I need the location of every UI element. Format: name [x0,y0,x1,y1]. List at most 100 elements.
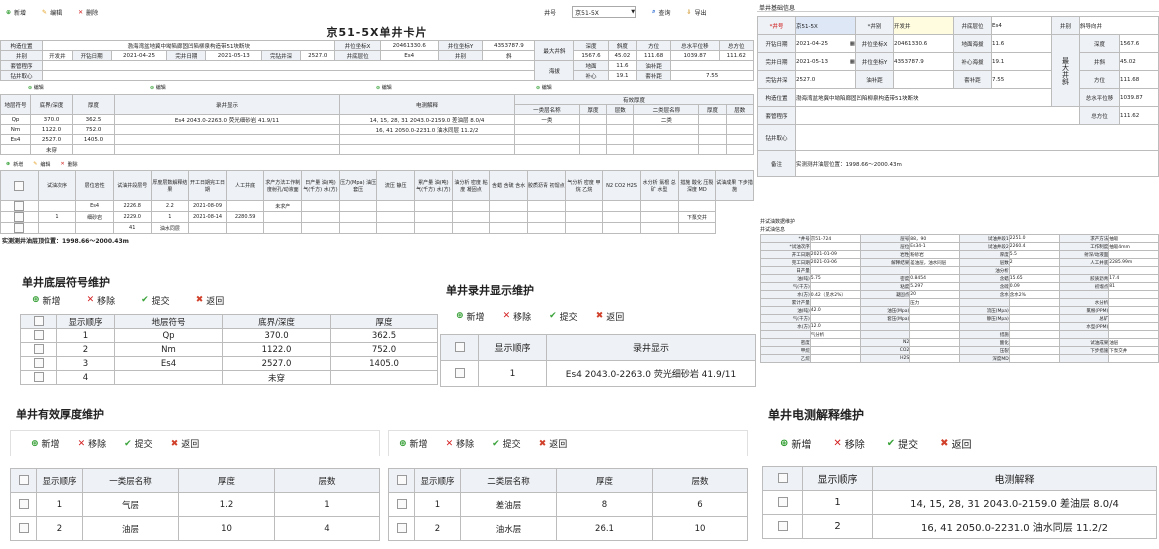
select-all-checkbox[interactable] [14,180,25,191]
edit-link[interactable]: ⊙ 编辑 [536,84,552,94]
field-value[interactable]: 抽吸 [1108,234,1159,243]
table-row[interactable]: 1 气层 1.2 1 [10,492,380,517]
delete-button[interactable]: ✕ 删除 [78,8,98,17]
field-value[interactable]: Es34-1 [909,242,960,251]
field-value[interactable] [1008,266,1060,275]
field-value[interactable]: 88，90 [909,234,960,243]
edit-button[interactable]: ✎ 编辑 [33,161,50,168]
field-value[interactable] [909,338,960,347]
add-button[interactable]: ⊕ 新增 [456,310,485,323]
field-value[interactable]: 压力 [909,298,960,307]
submit-button[interactable]: ✔ 提交 [887,436,918,451]
field-value[interactable] [1008,354,1060,363]
ground-field[interactable]: 11.6 [991,34,1052,53]
field-value[interactable] [909,354,960,363]
calendar-icon[interactable]: ▦ [850,59,855,65]
add-button[interactable]: ⊕ 新增 [6,161,23,168]
row-checkbox[interactable] [14,201,25,211]
field-value[interactable]: 2285.99m [1108,258,1159,267]
hdisp-field[interactable]: 1039.87 [1119,88,1159,107]
field-value[interactable] [809,346,861,355]
field-value[interactable]: 5.5 [1008,250,1060,259]
table-row[interactable]: 1 Qp 370.0 362.5 [20,328,438,343]
x-field[interactable]: 20461330.6 [893,34,954,53]
field-value[interactable] [1108,354,1159,363]
field-value[interactable] [1008,322,1060,331]
select-all-checkbox[interactable] [777,473,788,483]
row-checkbox[interactable] [33,330,44,341]
row-checkbox[interactable] [14,223,25,233]
back-button[interactable]: ✖ 返回 [171,437,200,451]
remove-button[interactable]: ✕ 移除 [78,437,107,451]
field-value[interactable]: 2251.0 [1008,234,1060,243]
field-value[interactable] [909,346,960,355]
row-checkbox[interactable] [18,499,29,510]
row-checkbox[interactable] [454,368,465,379]
spud-date-field[interactable]: 2021-04-25 ▦ [795,34,856,53]
md-field[interactable]: 2527.0 [795,70,856,89]
y-field[interactable]: 4353787.9 [893,52,954,71]
add-button[interactable]: ⊕ 新增 [6,8,26,17]
field-value[interactable] [1108,298,1159,307]
row-checkbox[interactable] [777,497,788,507]
edit-button[interactable]: ✎ 编辑 [42,8,62,17]
field-value[interactable] [1108,322,1159,331]
field-value[interactable]: 差油层，油水同层 [909,258,960,267]
field-value[interactable]: 油层 [1108,338,1159,347]
field-value[interactable] [1008,330,1060,339]
row-checkbox[interactable] [396,523,407,534]
oil-field[interactable] [893,70,954,89]
field-value[interactable] [1008,314,1060,323]
submit-button[interactable]: ✔ 提交 [141,294,170,307]
field-value[interactable]: 下泵交井 [1108,346,1159,355]
field-value[interactable] [809,282,861,291]
field-value[interactable] [1008,338,1060,347]
submit-button[interactable]: ✔ 提交 [124,437,153,451]
loc-field[interactable]: 渤海湾盆地冀中坳陷廊固凹陷柳泉构造带51块断块 [795,88,1052,107]
submit-button[interactable]: ✔ 提交 [492,437,521,451]
back-button[interactable]: ✖ 返回 [596,310,625,323]
add-button[interactable]: ⊕ 新增 [32,294,61,307]
field-value[interactable] [1108,306,1159,315]
table-row[interactable]: 1 差油层 8 6 [388,492,748,517]
field-value[interactable]: 2260.4 [1008,242,1060,251]
field-value[interactable] [1108,290,1159,299]
kelly-field[interactable]: 19.1 [991,52,1052,71]
field-value[interactable] [1008,346,1060,355]
well-no-field[interactable]: 京51-5X [795,16,856,35]
comp-date-field[interactable]: 2021-05-13 ▦ [795,52,856,71]
table-row[interactable]: 2 16, 41 2050.0-2231.0 油水同层 11.2/2 [762,514,1157,539]
row-checkbox[interactable] [18,523,29,534]
field-value[interactable]: 2021-01-09 [809,250,861,259]
row-checkbox[interactable] [14,212,25,222]
field-value[interactable] [909,330,960,339]
table-row[interactable]: 3 Es4 2527.0 1405.0 [20,356,438,371]
field-value[interactable]: 12.0 [809,322,861,331]
field-value[interactable]: 42.0 [809,306,861,315]
field-value[interactable] [809,314,861,323]
field-value[interactable] [909,322,960,331]
field-value[interactable] [809,266,861,275]
table-row[interactable]: 2 油层 10 4 [10,516,380,541]
remove-button[interactable]: ✕ 移除 [503,310,532,323]
add-button[interactable]: ⊕ 新增 [780,436,811,451]
field-value[interactable] [1108,314,1159,323]
core-field[interactable] [795,124,1159,151]
select-all-checkbox[interactable] [396,475,407,486]
bottom-field[interactable]: Es4 [991,16,1052,35]
csg-field[interactable] [795,106,1080,125]
row-checkbox[interactable] [777,521,788,531]
field-value[interactable] [909,266,960,275]
incl-field[interactable]: 45.02 [1119,52,1159,71]
note-field[interactable]: 实测测井油层位置：1998.66～2000.43m [795,150,1159,177]
field-value[interactable]: 17.4 [1108,274,1159,283]
submit-button[interactable]: ✔ 提交 [549,310,578,323]
field-value[interactable] [909,314,960,323]
query-button[interactable]: ⌕ 查询 [652,8,670,17]
depth-field[interactable]: 1567.6 [1119,34,1159,53]
table-row[interactable]: 1 14, 15, 28, 31 2043.0-2159.0 差油层 8.0/4 [762,490,1157,515]
add-button[interactable]: ⊕ 新增 [399,437,428,451]
field-value[interactable] [1108,250,1159,259]
field-value[interactable] [1108,266,1159,275]
field-value[interactable]: 0.09 [1008,282,1060,291]
